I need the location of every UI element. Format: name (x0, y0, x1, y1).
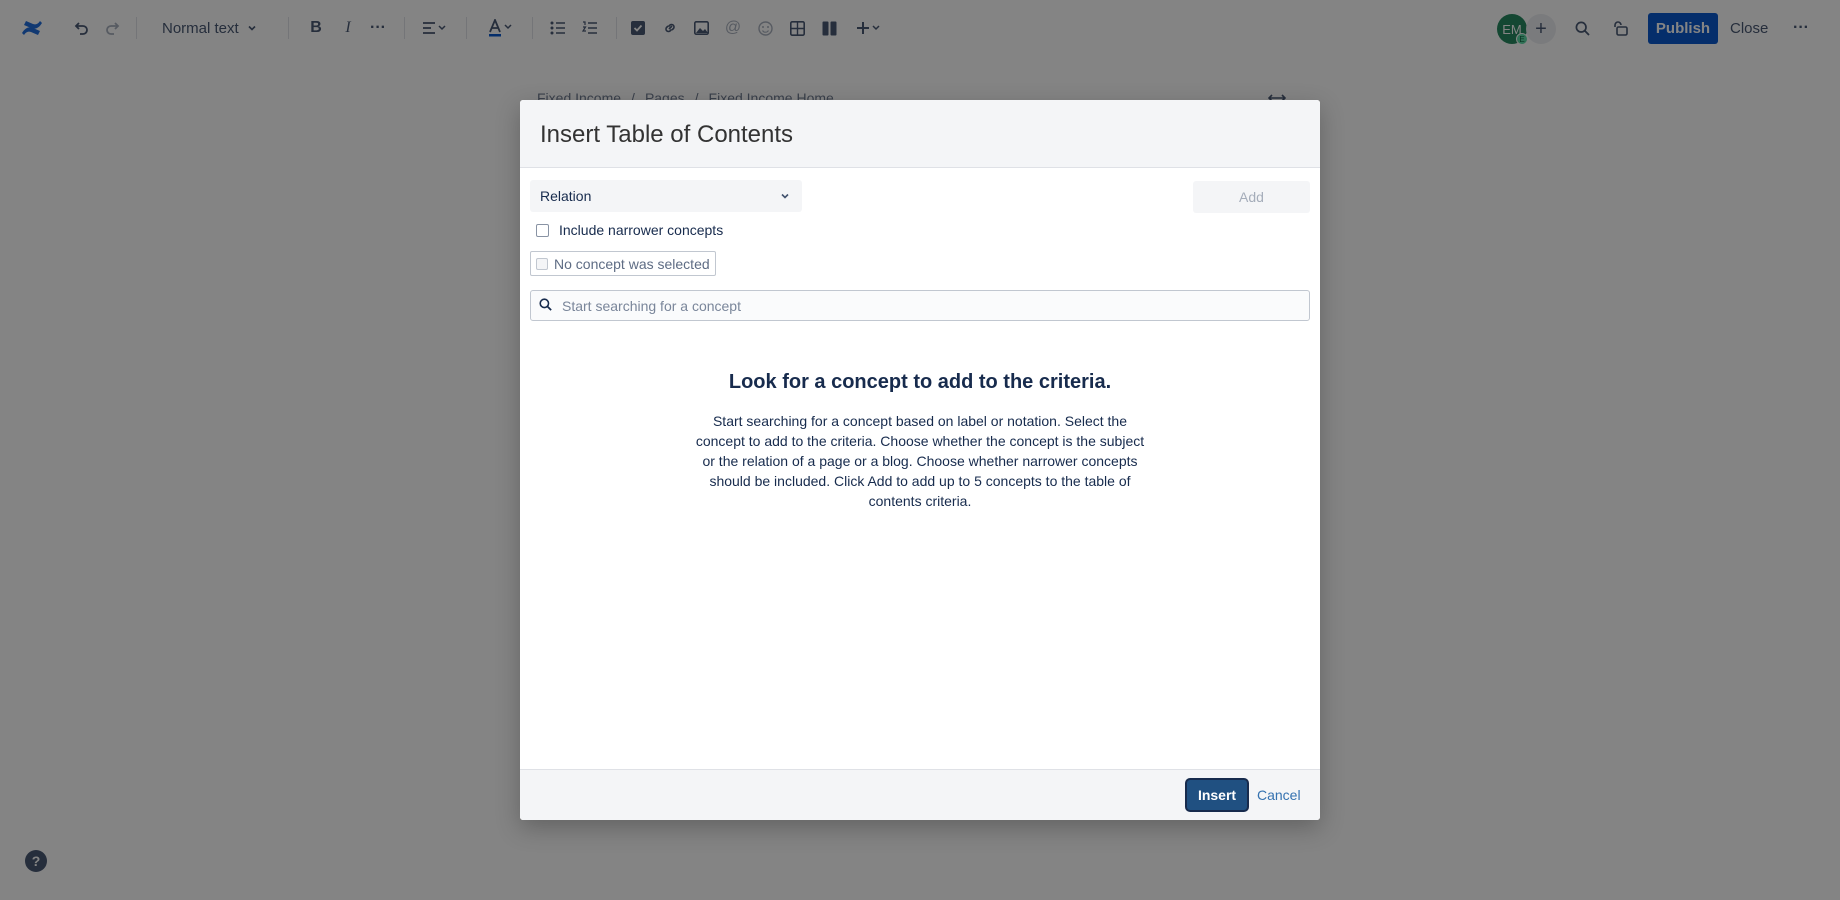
include-narrower-checkbox[interactable] (536, 223, 549, 237)
chevron-down-icon (780, 188, 790, 204)
no-concept-label: No concept was selected (554, 255, 710, 272)
search-icon (539, 297, 552, 314)
search-placeholder: Start searching for a concept (562, 297, 741, 314)
concept-checkbox (536, 257, 548, 270)
concept-search-input[interactable]: Start searching for a concept (530, 290, 1310, 321)
dialog-title: Insert Table of Contents (540, 121, 794, 148)
empty-state-title: Look for a concept to add to the criteri… (728, 371, 1112, 393)
relation-select-value: Relation (540, 188, 592, 204)
cancel-button[interactable]: Cancel (1257, 780, 1301, 810)
include-narrower-label: Include narrower concepts (559, 222, 724, 238)
empty-state-description: Start searching for a concept based on l… (695, 413, 1145, 509)
insert-button[interactable]: Insert (1187, 780, 1247, 810)
insert-toc-dialog: Insert Table of Contents Relation Add In… (520, 100, 1320, 820)
add-button[interactable]: Add (1193, 181, 1310, 213)
include-narrower-row[interactable]: Include narrower concepts (536, 222, 723, 238)
dialog-header: Insert Table of Contents (520, 100, 1320, 168)
relation-select[interactable]: Relation (530, 180, 802, 212)
no-concept-chip: No concept was selected (530, 251, 716, 276)
